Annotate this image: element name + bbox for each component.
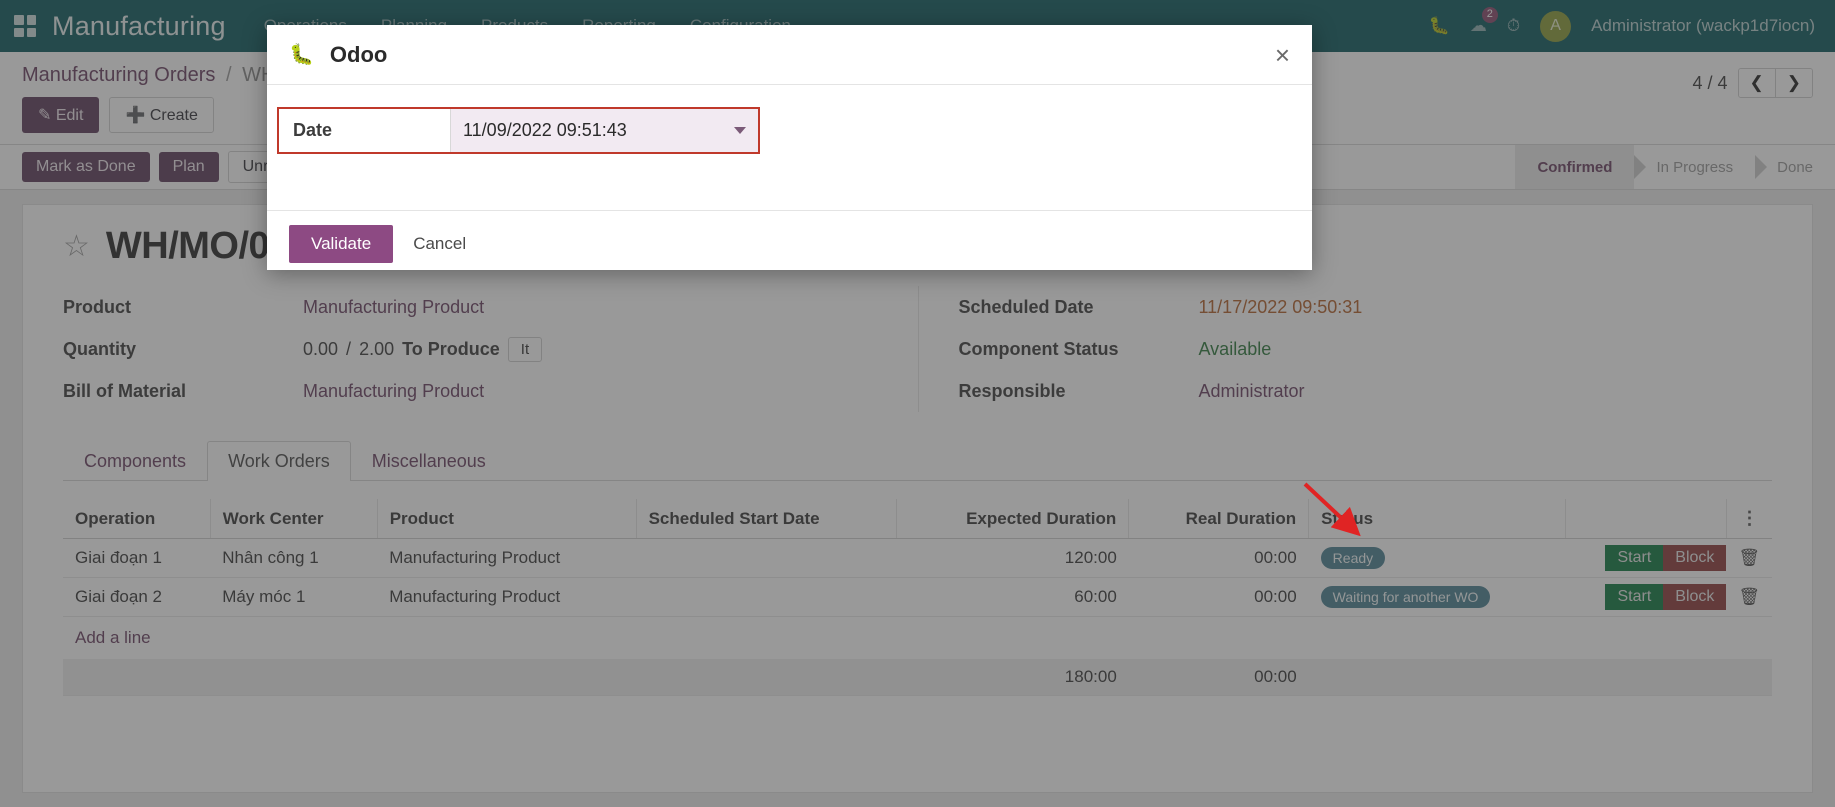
odoo-manufacturing-screen: Manufacturing Operations Planning Produc… — [0, 0, 1835, 807]
validate-button[interactable]: Validate — [289, 225, 394, 263]
chevron-down-icon[interactable] — [734, 127, 746, 134]
date-input[interactable] — [463, 109, 728, 152]
modal-footer: Validate Cancel — [267, 210, 1312, 277]
modal-title: Odoo — [329, 41, 388, 67]
cancel-button[interactable]: Cancel — [413, 234, 466, 254]
odoo-modal-dialog: 🐛 Odoo × Date Validate Cancel — [267, 25, 1312, 270]
date-field-group: Date — [277, 107, 760, 154]
bug-icon: 🐛 — [289, 44, 314, 66]
close-icon[interactable]: × — [1275, 42, 1290, 68]
modal-body: Date — [267, 85, 1312, 210]
date-input-wrap — [451, 109, 758, 152]
date-field-label: Date — [279, 109, 451, 152]
modal-header: 🐛 Odoo × — [267, 25, 1312, 85]
